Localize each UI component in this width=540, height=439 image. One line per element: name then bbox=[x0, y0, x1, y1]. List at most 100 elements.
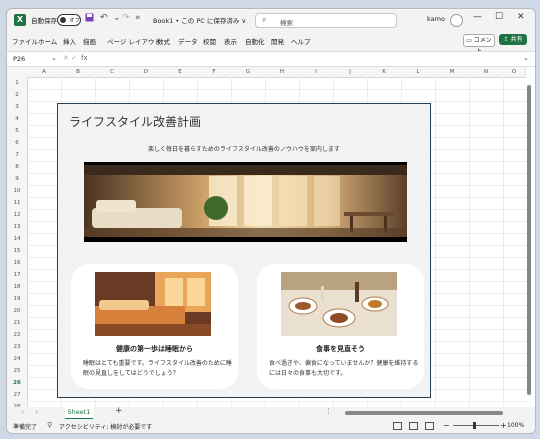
column-header[interactable]: J bbox=[333, 67, 368, 78]
search-placeholder: 検索 bbox=[280, 19, 293, 27]
tab-insert[interactable]: 挿入 bbox=[63, 36, 76, 46]
undo-dropdown-icon[interactable]: ⌄ bbox=[113, 13, 121, 23]
redo-icon[interactable]: ↷ bbox=[122, 13, 130, 23]
excel-window: X 自動保存 オフ ↶ ⌄ ↷ » Book1 • この PC に保存済み ∨ … bbox=[6, 8, 536, 434]
add-sheet-icon[interactable]: + bbox=[115, 406, 123, 416]
cancel-entry-icon[interactable]: ✕ bbox=[63, 54, 69, 62]
column-header[interactable]: C bbox=[95, 67, 130, 78]
column-header[interactable]: N bbox=[469, 67, 504, 78]
grid-line bbox=[435, 77, 436, 407]
share-button-label: 共有 bbox=[510, 36, 523, 43]
undo-icon[interactable]: ↶ bbox=[100, 13, 108, 23]
meal-card[interactable]: 食事を見直そう 食べ過ぎや、偏食になっていませんか？健康を維持するには日々の食事… bbox=[257, 264, 424, 389]
name-box-dropdown-icon[interactable]: ⌄ bbox=[51, 54, 57, 62]
scroll-right-icon[interactable]: › bbox=[35, 407, 38, 416]
sheet-tabs-bar: ‹ › Sheet1 + ⋮ bbox=[7, 406, 535, 420]
accessibility-icon[interactable]: ⚲ bbox=[47, 421, 52, 429]
tab-split-handle[interactable]: ⋮ bbox=[325, 407, 332, 415]
page-title: ライフスタイル改善計画 bbox=[69, 115, 202, 129]
zoom-slider[interactable] bbox=[453, 425, 499, 426]
page-subtitle: 楽しく毎日を暮らすためのライフスタイル改善のノウハウを案内します bbox=[148, 146, 340, 153]
normal-view-icon[interactable] bbox=[393, 422, 402, 430]
bedroom-photo bbox=[95, 272, 211, 336]
grid-line bbox=[27, 401, 527, 402]
lifestyle-panel[interactable]: ライフスタイル改善計画 楽しく毎日を暮らすためのライフスタイル改善のノウハウを案… bbox=[57, 103, 431, 398]
tab-developer[interactable]: 開発 bbox=[271, 36, 284, 46]
search-icon: ⌕ bbox=[262, 15, 267, 24]
vertical-scroll-thumb[interactable] bbox=[527, 85, 531, 395]
share-button[interactable]: ⇪ 共有 bbox=[499, 34, 527, 45]
card-title: 食事を見直そう bbox=[316, 345, 365, 353]
dining-table-photo bbox=[281, 272, 397, 336]
grid-line bbox=[27, 89, 527, 90]
column-header[interactable]: K bbox=[367, 67, 402, 78]
column-header[interactable]: A bbox=[27, 67, 62, 78]
autosave-label: 自動保存 bbox=[31, 17, 57, 25]
column-header[interactable]: F bbox=[197, 67, 232, 78]
comment-button[interactable]: ▭ コメント bbox=[463, 34, 495, 55]
confirm-entry-icon[interactable]: ✓ bbox=[71, 54, 77, 62]
document-name[interactable]: Book1 • この PC に保存済み ∨ bbox=[153, 15, 246, 25]
zoom-slider-knob[interactable] bbox=[473, 422, 476, 429]
column-header[interactable]: B bbox=[61, 67, 96, 78]
grid-line bbox=[469, 77, 470, 407]
column-header[interactable]: D bbox=[129, 67, 164, 78]
card-body: 食べ過ぎや、偏食になっていませんか？健康を維持するには日々の食事も大切です。 bbox=[269, 360, 419, 377]
column-header[interactable]: G bbox=[231, 67, 266, 78]
sleep-card[interactable]: 健康の第一歩は睡眠から 睡眠はとても重要です。ライフスタイル改善のために睡眠の見… bbox=[71, 264, 238, 389]
horizontal-scroll-thumb[interactable] bbox=[345, 411, 503, 415]
horizontal-scrollbar[interactable] bbox=[337, 410, 525, 416]
formula-bar: P26 ⌄ ✕ ✓ fx ⌄ bbox=[7, 51, 535, 67]
formula-input[interactable] bbox=[95, 54, 525, 63]
search-box[interactable]: ⌕ 検索 bbox=[255, 13, 397, 28]
expand-formula-bar-icon[interactable]: ⌄ bbox=[523, 54, 529, 62]
zoom-out-icon[interactable]: − bbox=[443, 421, 450, 430]
grid-line bbox=[503, 77, 504, 407]
minimize-icon[interactable]: — bbox=[473, 12, 482, 22]
status-bar: 準備完了 ⚲ アクセシビリティ: 検討が必要です − + 100% bbox=[7, 419, 535, 433]
tab-view[interactable]: 表示 bbox=[224, 36, 237, 46]
autosave-state: オフ bbox=[69, 18, 81, 24]
scroll-left-icon[interactable]: ‹ bbox=[21, 407, 24, 416]
accessibility-status[interactable]: アクセシビリティ: 検討が必要です bbox=[59, 422, 152, 431]
tab-home[interactable]: ホーム bbox=[38, 36, 57, 46]
living-room-photo[interactable] bbox=[84, 162, 407, 242]
column-header[interactable]: M bbox=[435, 67, 470, 78]
tab-formulas[interactable]: 数式 bbox=[157, 36, 170, 46]
tab-review[interactable]: 校閲 bbox=[203, 36, 216, 46]
card-title: 健康の第一歩は睡眠から bbox=[116, 345, 193, 353]
ribbon-tabs: ファイル ホーム 挿入 描画 ページ レイアウト 数式 データ 校閲 表示 自動… bbox=[7, 33, 535, 55]
tab-help[interactable]: ヘルプ bbox=[291, 36, 311, 46]
insert-function-icon[interactable]: fx bbox=[81, 54, 88, 62]
tab-file[interactable]: ファイル bbox=[12, 36, 38, 46]
page-break-view-icon[interactable] bbox=[425, 422, 434, 430]
save-icon[interactable] bbox=[85, 13, 94, 25]
tab-data[interactable]: データ bbox=[178, 36, 198, 46]
column-header[interactable]: E bbox=[163, 67, 198, 78]
toggle-knob bbox=[60, 17, 66, 23]
avatar[interactable] bbox=[450, 14, 463, 27]
user-name[interactable]: kamo bbox=[427, 15, 445, 23]
excel-logo-icon: X bbox=[14, 14, 26, 26]
tab-draw[interactable]: 描画 bbox=[83, 36, 96, 46]
column-header[interactable]: L bbox=[401, 67, 436, 78]
customize-quick-access-icon[interactable]: » bbox=[135, 13, 141, 23]
autosave-toggle[interactable]: オフ bbox=[57, 14, 81, 26]
column-header[interactable]: H bbox=[265, 67, 300, 78]
zoom-level[interactable]: 100% bbox=[507, 422, 524, 429]
comment-icon: ▭ bbox=[466, 37, 474, 44]
tab-page-layout[interactable]: ページ レイアウト bbox=[107, 36, 161, 46]
tab-automate[interactable]: 自動化 bbox=[245, 36, 265, 46]
zoom-in-icon[interactable]: + bbox=[500, 421, 507, 430]
maximize-icon[interactable]: ☐ bbox=[495, 12, 503, 22]
title-bar: X 自動保存 オフ ↶ ⌄ ↷ » Book1 • この PC に保存済み ∨ … bbox=[7, 9, 535, 31]
page-layout-view-icon[interactable] bbox=[409, 422, 418, 430]
vertical-scrollbar[interactable] bbox=[525, 77, 533, 405]
column-header[interactable]: O bbox=[503, 67, 526, 78]
column-header[interactable]: I bbox=[299, 67, 334, 78]
close-icon[interactable]: ✕ bbox=[517, 12, 525, 22]
spreadsheet-grid[interactable]: A B C D E F G H I J K L M N O 1 2 3 4 5 … bbox=[7, 67, 535, 410]
status-ready: 準備完了 bbox=[13, 424, 38, 431]
grid-line bbox=[27, 101, 527, 102]
name-box[interactable]: P26 bbox=[13, 55, 25, 63]
